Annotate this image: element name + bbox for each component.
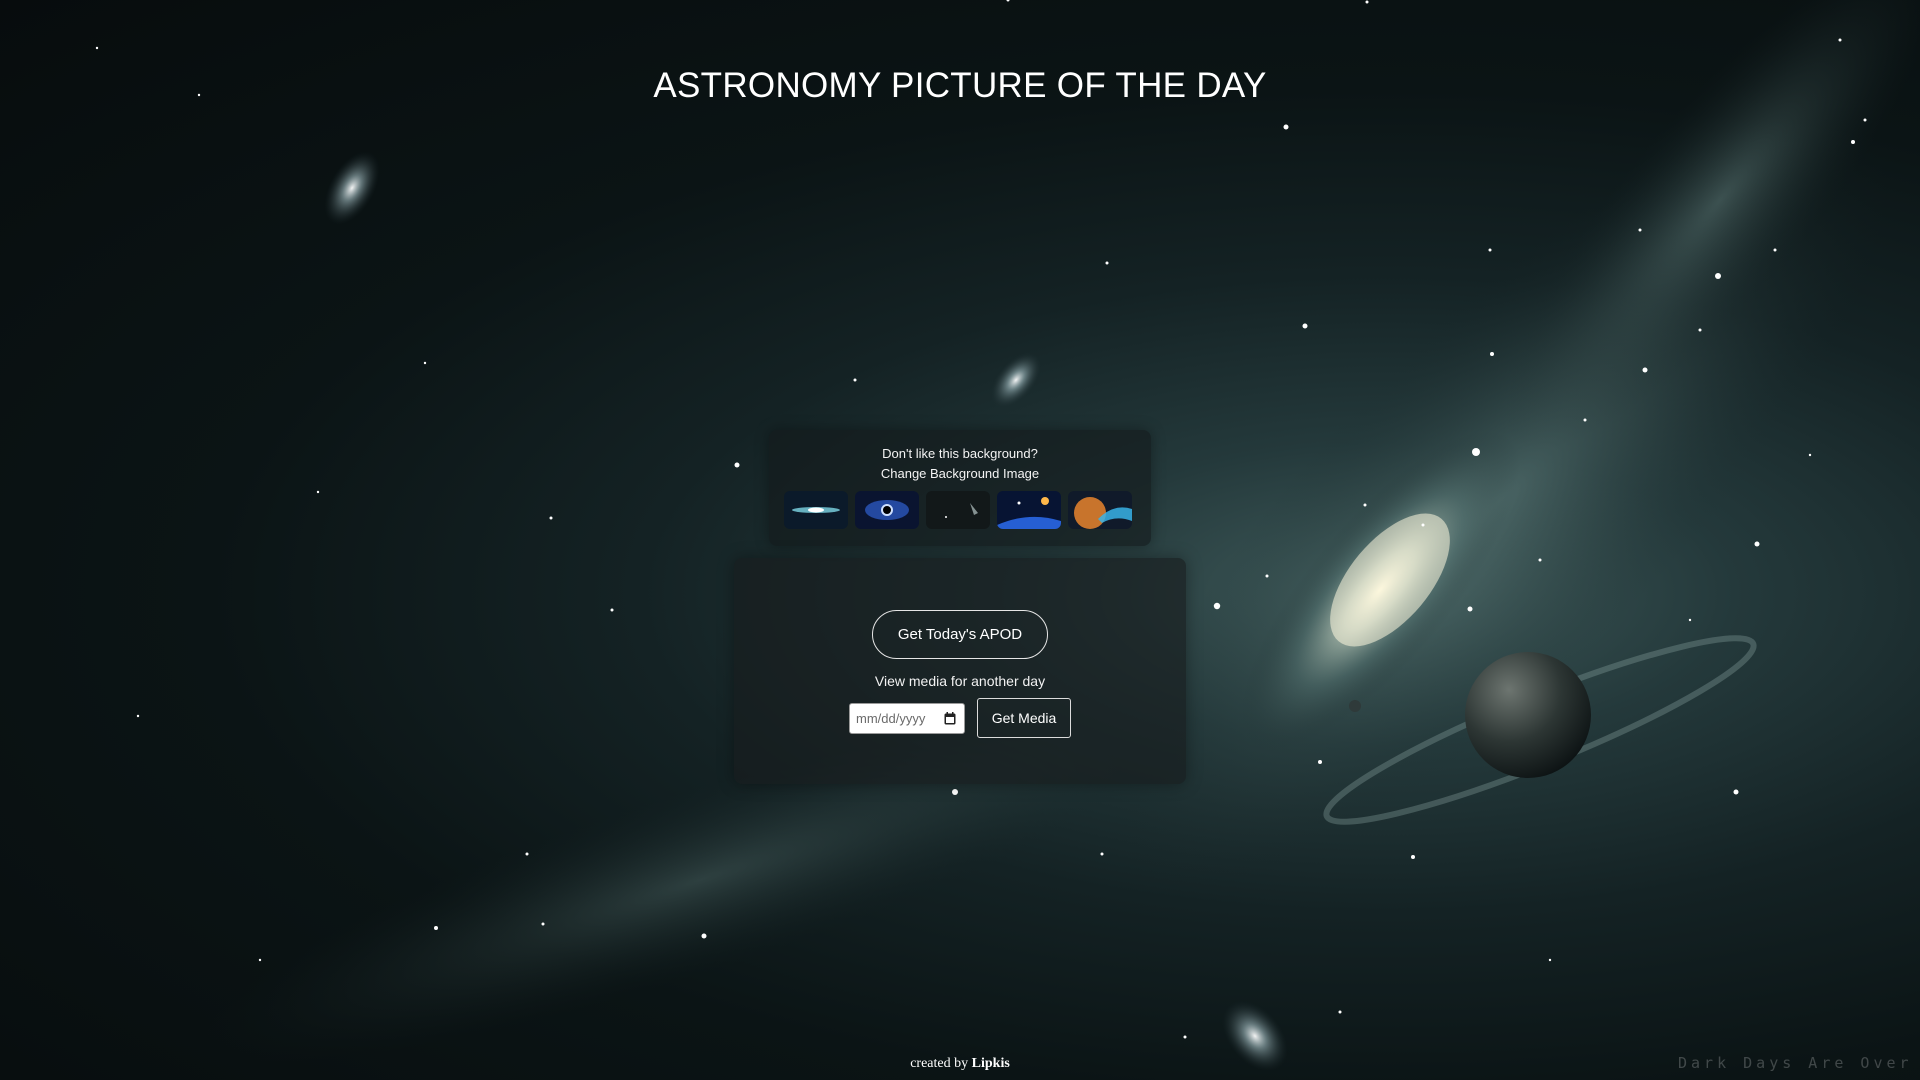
another-day-label: View media for another day [874, 673, 1046, 689]
date-placeholder: mm/dd/yyyy [856, 711, 926, 726]
get-media-button[interactable]: Get Media [977, 698, 1071, 738]
background-thumbnail-orange-planet[interactable] [1068, 491, 1132, 529]
footer-prefix: created by [910, 1056, 969, 1071]
date-input[interactable]: mm/dd/yyyy [849, 703, 965, 734]
background-chooser-panel: Don't like this background? Change Backg… [769, 430, 1151, 546]
background-watermark: Dark Days Are Over [1678, 1054, 1913, 1072]
page-title: ASTRONOMY PICTURE OF THE DAY [653, 66, 1267, 105]
background-prompt: Don't like this background? [882, 446, 1038, 461]
background-thumbnail-edge-on-galaxy[interactable] [784, 491, 848, 529]
calendar-icon[interactable] [944, 712, 956, 725]
background-thumbnail-planet-horizon[interactable] [997, 491, 1061, 529]
footer-author-link[interactable]: Lipkis [972, 1056, 1010, 1071]
apod-panel: Get Today's APOD View media for another … [734, 558, 1186, 784]
background-thumbnails [784, 491, 1136, 529]
change-background-label: Change Background Image [880, 466, 1040, 481]
get-todays-apod-button[interactable]: Get Today's APOD [872, 610, 1048, 659]
background-thumbnail-comet-streak[interactable] [926, 491, 990, 529]
footer-credit: created by Lipkis [0, 1056, 1920, 1072]
background-thumbnail-black-hole[interactable] [855, 491, 919, 529]
